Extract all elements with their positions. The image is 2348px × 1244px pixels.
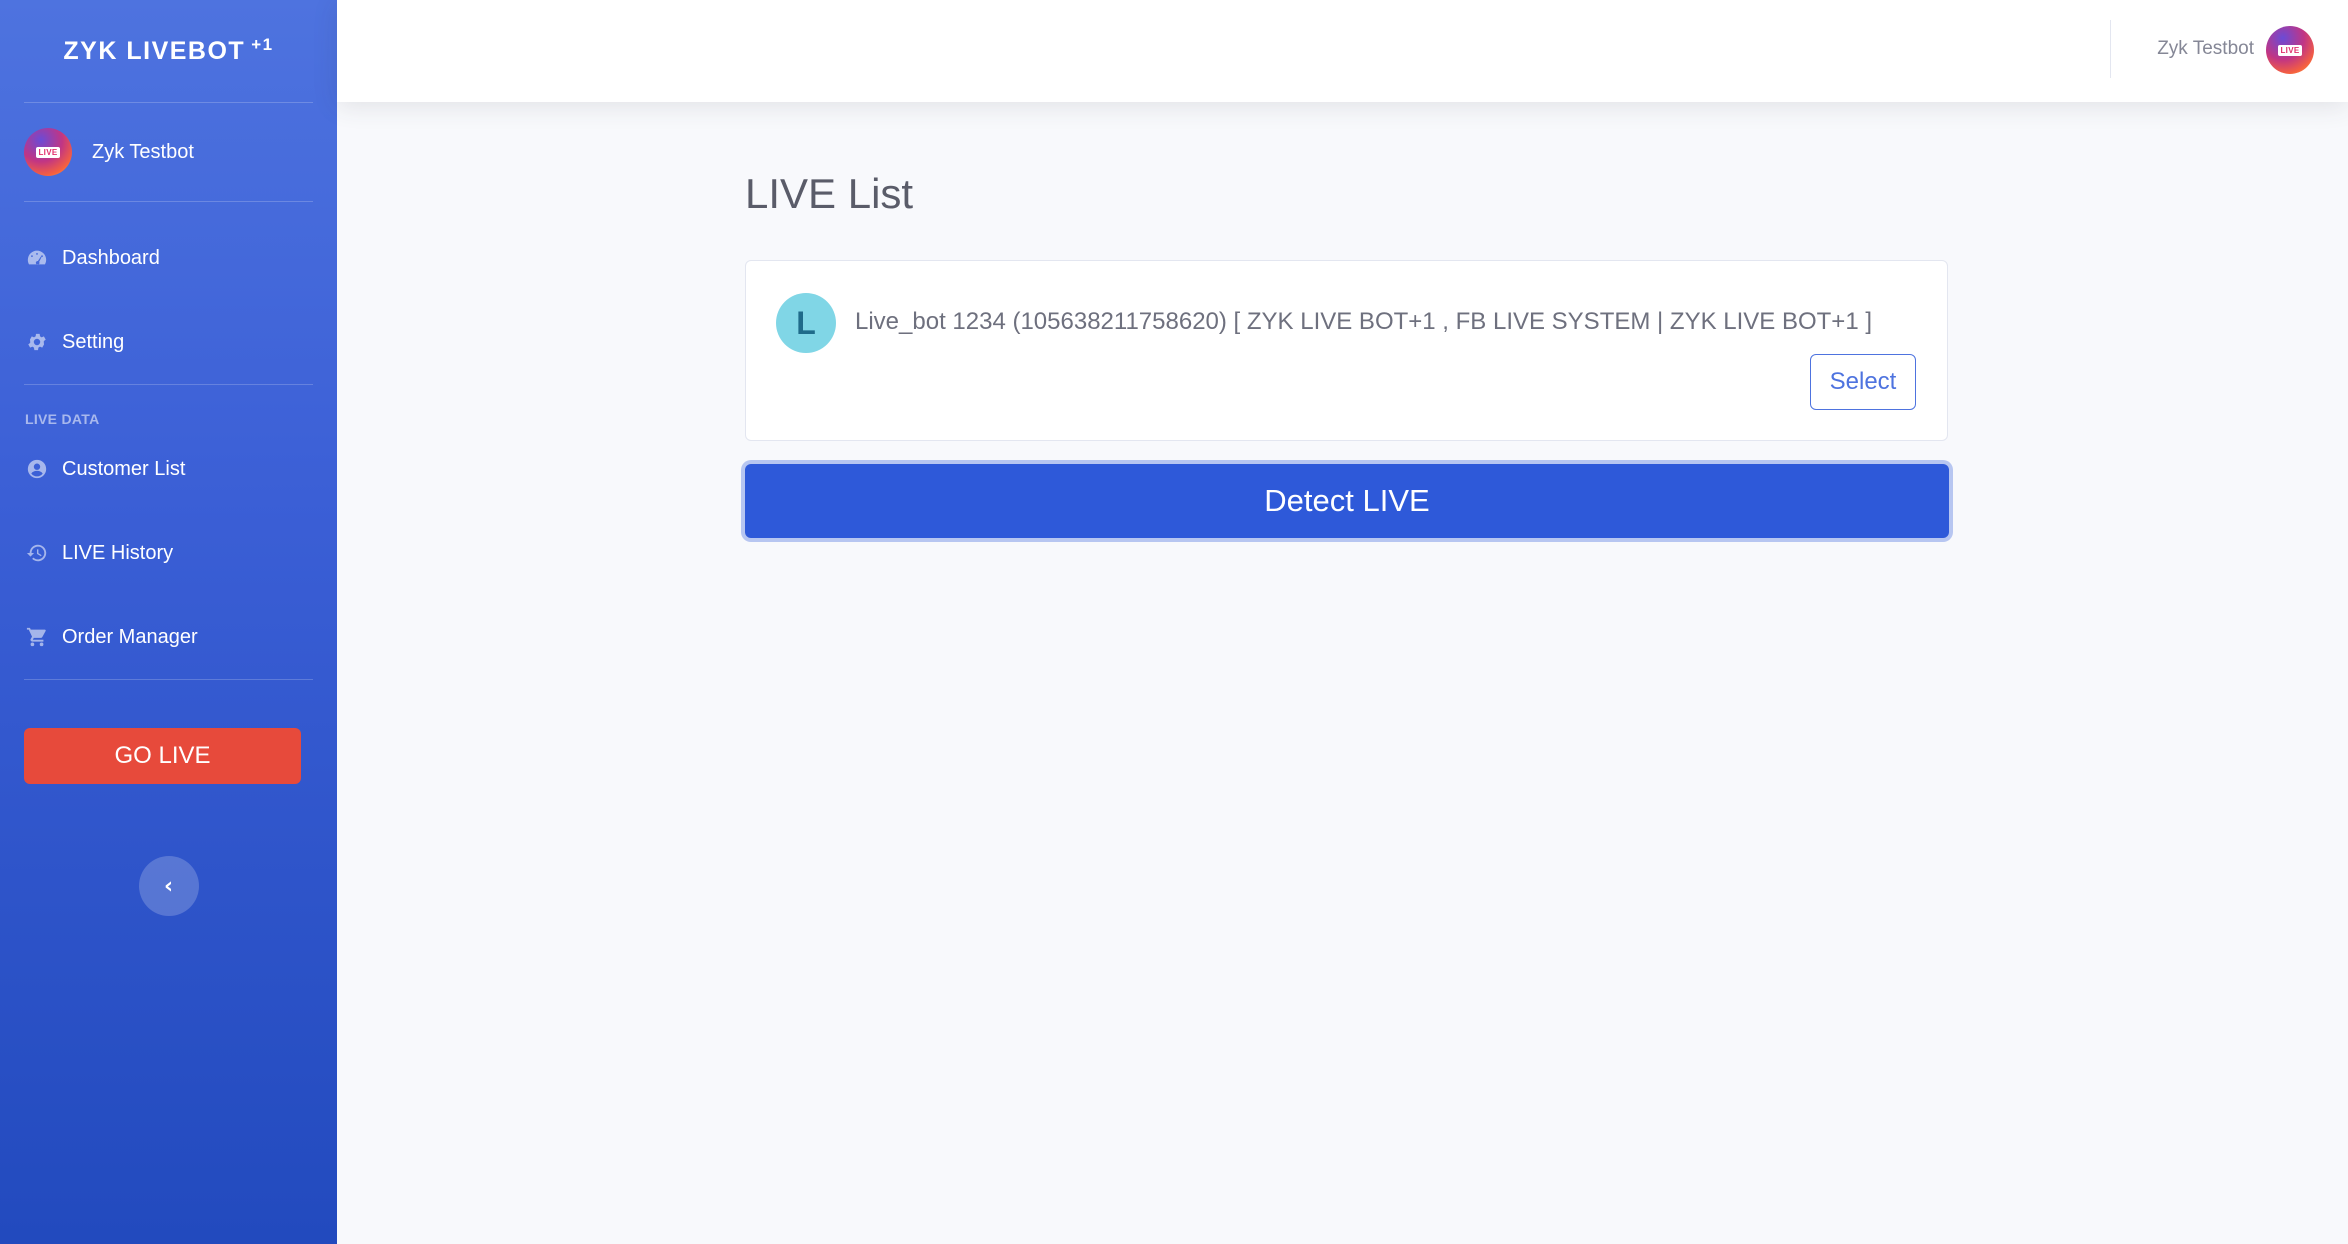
topbar-avatar[interactable]: LIVE bbox=[2266, 26, 2314, 74]
live-badge-icon: LIVE bbox=[35, 146, 61, 158]
topbar: Zyk Testbot LIVE bbox=[337, 0, 2348, 102]
sidebar-item-customer-list[interactable]: Customer List bbox=[0, 427, 337, 511]
sidebar-divider bbox=[24, 201, 313, 202]
sidebar-item-label: Dashboard bbox=[62, 246, 160, 269]
user-circle-icon bbox=[26, 458, 48, 480]
sidebar-toggle-button[interactable]: ‹ bbox=[138, 856, 199, 916]
chevron-left-icon: ‹ bbox=[163, 873, 174, 899]
sidebar-item-label: Order Manager bbox=[62, 625, 198, 648]
select-button[interactable]: Select bbox=[1810, 354, 1916, 410]
page-title: LIVE List bbox=[745, 170, 914, 217]
sidebar-item-live-history[interactable]: LIVE History bbox=[0, 511, 337, 595]
sidebar: ZYK LIVEBOT +1 LIVE Zyk Testbot Dashboard… bbox=[0, 0, 337, 1244]
page-info-text: Live_bot 1234 (105638211758620) [ ZYK LI… bbox=[855, 308, 1872, 335]
brand-logo[interactable]: ZYK LIVEBOT +1 bbox=[0, 0, 337, 102]
gear-icon bbox=[26, 331, 48, 353]
sidebar-user: LIVE Zyk Testbot bbox=[0, 103, 337, 201]
live-badge-icon: LIVE bbox=[2277, 44, 2303, 56]
sidebar-item-label: Setting bbox=[62, 330, 125, 353]
cart-icon bbox=[26, 626, 48, 648]
brand-sup: +1 bbox=[251, 35, 274, 54]
sidebar-user-name: Zyk Testbot bbox=[92, 140, 194, 163]
topbar-divider bbox=[2110, 20, 2111, 78]
brand-name: ZYK LIVEBOT bbox=[63, 36, 246, 65]
go-live-button[interactable]: GO LIVE bbox=[24, 728, 301, 784]
history-icon bbox=[26, 542, 48, 564]
sidebar-heading: LIVE DATA bbox=[25, 411, 100, 427]
sidebar-item-setting[interactable]: Setting bbox=[0, 300, 337, 384]
tachometer-icon bbox=[26, 247, 48, 269]
live-page-card: L Live_bot 1234 (105638211758620) [ ZYK … bbox=[745, 260, 1948, 441]
avatar: LIVE bbox=[24, 128, 72, 176]
sidebar-item-order-manager[interactable]: Order Manager bbox=[0, 595, 337, 679]
sidebar-item-label: LIVE History bbox=[62, 541, 174, 564]
sidebar-divider bbox=[24, 679, 313, 680]
detect-live-button[interactable]: Detect LIVE bbox=[745, 464, 1949, 538]
topbar-user-name[interactable]: Zyk Testbot bbox=[2157, 38, 2254, 60]
sidebar-divider bbox=[24, 384, 313, 385]
sidebar-item-label: Customer List bbox=[62, 457, 186, 480]
sidebar-item-dashboard[interactable]: Dashboard bbox=[0, 216, 337, 300]
page-initial-avatar: L bbox=[776, 293, 836, 353]
